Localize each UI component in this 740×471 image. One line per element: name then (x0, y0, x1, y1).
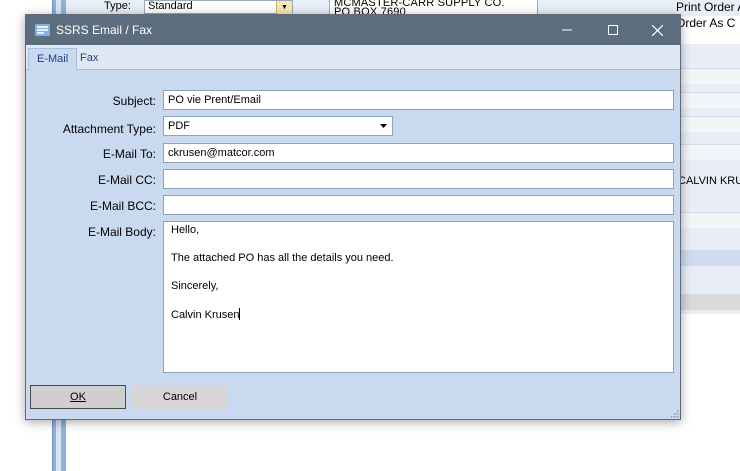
chevron-down-icon[interactable]: ▼ (276, 1, 292, 14)
background-row (680, 144, 740, 160)
ok-button[interactable]: OK (30, 385, 126, 409)
dialog-title: SSRS Email / Fax (56, 23, 153, 37)
background-row (680, 68, 740, 84)
background-row (680, 92, 740, 108)
email-cc-label: E-Mail CC: (97, 173, 156, 187)
title-bar[interactable]: SSRS Email / Fax (26, 15, 680, 45)
background-calvin: CALVIN KRUS (678, 175, 740, 187)
dialog-footer: OK Cancel (26, 377, 680, 419)
email-bcc-input[interactable] (163, 195, 674, 215)
background-grid-header (680, 294, 740, 310)
minimize-button[interactable] (544, 15, 590, 45)
background-type-label: Type: (104, 0, 131, 12)
background-row-selected (680, 250, 740, 266)
text-caret (239, 308, 241, 320)
email-bcc-label: E-Mail BCC: (89, 199, 156, 213)
tab-strip: E-Mail Fax (26, 45, 680, 70)
chevron-down-icon[interactable] (374, 117, 392, 135)
attachment-type-select[interactable]: PDF (163, 116, 393, 136)
email-body-line: The attached PO has all the details you … (171, 252, 394, 264)
email-form: Subject: PO vie Prent/Email Attachment T… (26, 71, 680, 377)
background-row (680, 212, 740, 228)
attachment-type-value: PDF (168, 120, 190, 132)
subject-input[interactable]: PO vie Prent/Email (163, 90, 674, 110)
cancel-button[interactable]: Cancel (132, 385, 228, 409)
email-cc-input[interactable] (163, 169, 674, 189)
email-fax-dialog: SSRS Email / Fax E-Mail Fax Subject: PO … (25, 14, 681, 420)
close-button[interactable] (634, 15, 680, 45)
app-icon (35, 24, 50, 36)
background-order-as[interactable]: Order As C (676, 16, 735, 30)
email-to-label: E-Mail To: (102, 147, 156, 161)
close-icon (651, 24, 663, 36)
tab-fax[interactable]: Fax (72, 48, 106, 70)
background-type-value: Standard (148, 0, 193, 12)
maximize-icon (608, 25, 618, 35)
background-row (680, 116, 740, 132)
email-to-input[interactable]: ckrusen@matcor.com (163, 143, 674, 163)
attachment-type-label: Attachment Type: (62, 122, 156, 136)
email-body-line: Calvin Krusen (171, 309, 240, 321)
maximize-button[interactable] (590, 15, 636, 45)
background-type-select[interactable]: Standard ▼ (144, 0, 293, 14)
tab-email[interactable]: E-Mail (28, 48, 78, 70)
email-body-line: Sincerely, (171, 280, 219, 292)
email-body-label: E-Mail Body: (87, 225, 156, 239)
ok-button-label: OK (70, 391, 86, 403)
background-print-order[interactable]: Print Order A (676, 0, 740, 14)
minimize-icon (562, 29, 572, 31)
resize-grip-icon[interactable] (669, 408, 679, 418)
email-body-textarea[interactable]: Hello, The attached PO has all the detai… (163, 221, 674, 373)
email-body-line: Hello, (171, 224, 200, 236)
subject-label: Subject: (112, 94, 156, 108)
